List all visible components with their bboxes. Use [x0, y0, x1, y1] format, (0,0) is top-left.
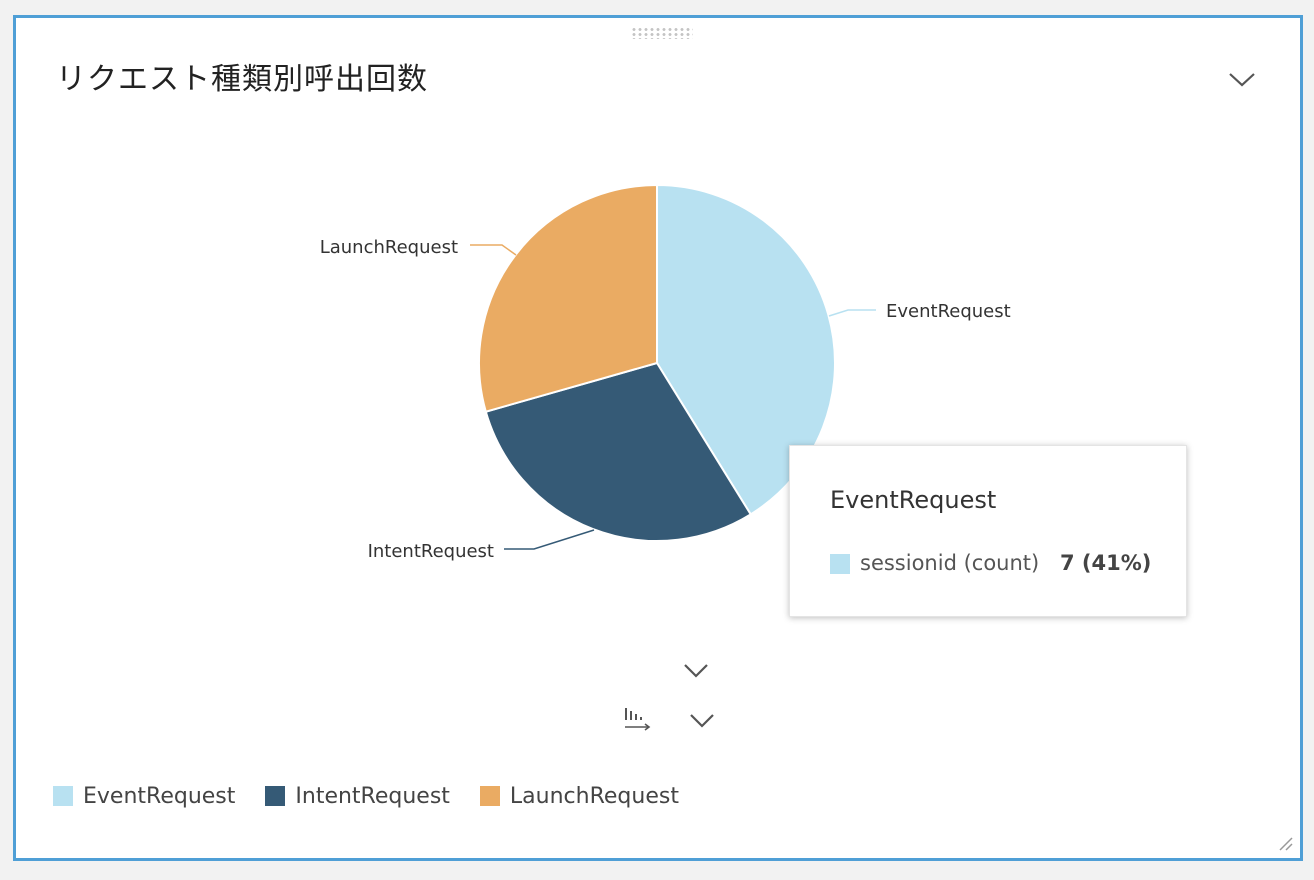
legend-label: LaunchRequest	[509, 783, 679, 809]
resize-grip-icon[interactable]	[1276, 834, 1294, 852]
pie-chart: EventRequest IntentRequest LaunchRequest	[320, 183, 1011, 562]
tooltip-value: 7 (41%)	[1060, 551, 1152, 575]
pie-slices	[478, 183, 836, 542]
slice-label: LaunchRequest	[320, 237, 458, 258]
slice-label: IntentRequest	[368, 541, 494, 562]
tooltip-title: EventRequest	[830, 486, 997, 514]
sort-bars-icon	[625, 708, 651, 731]
legend-swatch	[53, 786, 73, 806]
chart-panel: リクエスト種類別呼出回数 EventRequest IntentRequest La…	[13, 15, 1303, 861]
label-leader-line	[504, 529, 595, 550]
legend-label: IntentRequest	[295, 783, 450, 809]
chart-legend: EventRequest IntentRequest LaunchRequest	[53, 781, 709, 811]
legend-swatch	[265, 786, 286, 806]
sort-menu-button[interactable]	[686, 710, 718, 736]
label-leader-line	[470, 244, 517, 256]
chevron-down-icon	[684, 664, 708, 678]
label-leader-line	[828, 309, 876, 317]
tooltip-metric: sessionid (count)	[860, 551, 1040, 575]
slice-label: EventRequest	[886, 301, 1011, 322]
sort-button[interactable]	[622, 704, 652, 738]
legend-swatch	[479, 786, 500, 806]
legend-item[interactable]: EventRequest	[53, 784, 235, 809]
chart-tooltip: EventRequest sessionid (count) 7 (41%)	[789, 445, 1187, 617]
legend-item[interactable]: IntentRequest	[265, 784, 450, 809]
tooltip-swatch	[830, 554, 850, 574]
legend-item[interactable]: LaunchRequest	[479, 783, 679, 809]
legend-label: EventRequest	[83, 783, 236, 809]
expand-button[interactable]	[680, 660, 712, 686]
chevron-down-icon	[690, 714, 714, 728]
